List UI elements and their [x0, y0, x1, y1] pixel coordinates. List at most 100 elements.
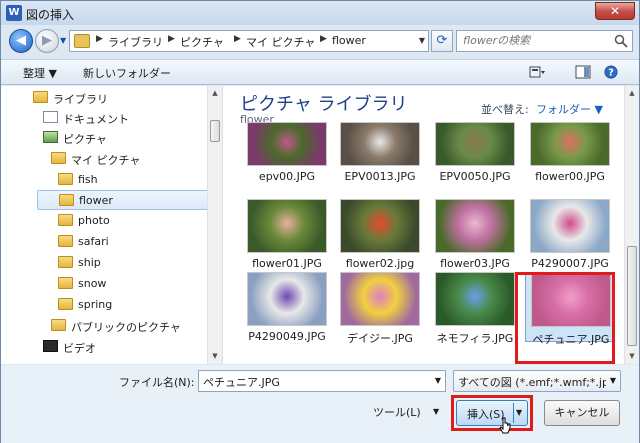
- nav-item-photo[interactable]: photo: [58, 211, 203, 231]
- nav-item-videos[interactable]: ビデオ: [43, 337, 203, 357]
- file-content-pane[interactable]: ピクチャ ライブラリ flower 並べ替え: フォルダー ▼ epv00.JP…: [224, 86, 639, 364]
- file-type-value: すべての図 (*.emf;*.wmf;*.jpg: [458, 376, 606, 389]
- toolbar: 整理 ▼ 新しいフォルダー ?: [1, 59, 639, 85]
- thumbnail-image: [435, 199, 515, 253]
- close-button[interactable]: ✕: [595, 2, 635, 20]
- title-bar: W 図の挿入 ✕: [1, 1, 639, 25]
- filename-value: ペチュニア.JPG: [203, 376, 280, 389]
- breadcrumb-flower[interactable]: flower: [332, 34, 366, 47]
- view-options-icon[interactable]: [529, 65, 545, 79]
- file-thumbnail[interactable]: flower00.JPG: [525, 122, 615, 202]
- file-thumbnail[interactable]: flower02.jpg: [335, 199, 425, 270]
- tools-button[interactable]: ツール(L): [373, 404, 421, 420]
- tools-dropdown-icon[interactable]: ▼: [433, 407, 439, 416]
- file-name-label: P4290049.JPG: [248, 330, 326, 343]
- breadcrumb-pictures[interactable]: ピクチャ: [180, 34, 224, 50]
- filename-input[interactable]: ペチュニア.JPG ▼: [198, 370, 446, 392]
- navigation-pane[interactable]: ライブラリ ドキュメント ピクチャ マイ ピクチャ fish flower ph…: [1, 86, 223, 364]
- nav-item-library[interactable]: ライブラリ: [33, 88, 203, 108]
- address-bar[interactable]: ▶ ライブラリ ▶ ピクチャ ▶ マイ ピクチャ ▶ flower ▼: [69, 30, 429, 52]
- chevron-down-icon[interactable]: ▼: [435, 376, 441, 385]
- folder-icon: [74, 34, 90, 48]
- svg-text:?: ?: [608, 68, 614, 79]
- sort-by-label: 並べ替え:: [481, 103, 529, 116]
- breadcrumb-separator[interactable]: ▶: [168, 34, 175, 44]
- nav-item-documents[interactable]: ドキュメント: [43, 108, 203, 128]
- file-thumbnail[interactable]: P4290007.JPG: [525, 199, 615, 270]
- recent-pages-dropdown[interactable]: ▼: [60, 36, 66, 45]
- file-thumbnail[interactable]: ネモフィラ.JPG: [430, 272, 520, 345]
- folder-icon: [51, 152, 66, 164]
- file-name-label: P4290007.JPG: [531, 257, 609, 270]
- thumbnail-image: [435, 122, 515, 166]
- file-name-label: EPV0013.JPG: [344, 170, 416, 183]
- content-scrollbar[interactable]: ▲ ▼: [624, 86, 639, 364]
- breadcrumb-separator[interactable]: ▶: [96, 34, 103, 44]
- file-thumbnail[interactable]: epv00.JPG: [242, 122, 332, 202]
- nav-item-flower[interactable]: flower: [37, 190, 209, 210]
- nav-scrollbar[interactable]: ▲ ▼: [207, 86, 222, 364]
- folder-icon: [58, 277, 73, 289]
- new-folder-button[interactable]: 新しいフォルダー: [83, 65, 171, 81]
- video-icon: [43, 340, 58, 352]
- file-type-filter[interactable]: すべての図 (*.emf;*.wmf;*.jpg ▼: [453, 370, 621, 392]
- thumbnail-image: [340, 272, 420, 326]
- nav-item-snow[interactable]: snow: [58, 274, 203, 294]
- scroll-up-arrow[interactable]: ▲: [208, 86, 222, 100]
- thumbnail-image: [435, 272, 515, 326]
- file-name-label: EPV0050.JPG: [439, 170, 511, 183]
- help-icon[interactable]: ?: [603, 65, 619, 79]
- folder-icon: [59, 194, 74, 206]
- chevron-down-icon[interactable]: ▼: [610, 376, 616, 385]
- organize-button[interactable]: 整理 ▼: [23, 65, 57, 81]
- scroll-down-arrow[interactable]: ▼: [208, 349, 222, 363]
- address-dropdown[interactable]: ▼: [419, 36, 425, 45]
- main-area: ライブラリ ドキュメント ピクチャ マイ ピクチャ fish flower ph…: [1, 86, 639, 364]
- breadcrumb-separator[interactable]: ▶: [234, 34, 241, 44]
- nav-item-my-pictures[interactable]: マイ ピクチャ: [51, 149, 203, 169]
- file-thumbnail[interactable]: EPV0050.JPG: [430, 122, 520, 202]
- scroll-down-arrow[interactable]: ▼: [625, 349, 639, 363]
- thumbnail-image: [247, 122, 327, 166]
- thumbnail-image: [247, 272, 327, 326]
- nav-item-safari[interactable]: safari: [58, 232, 203, 252]
- nav-item-pictures[interactable]: ピクチャ: [43, 128, 203, 148]
- search-input[interactable]: [463, 34, 613, 47]
- highlight-frame: [515, 272, 615, 364]
- scroll-up-arrow[interactable]: ▲: [625, 86, 639, 100]
- back-button[interactable]: ◀: [9, 29, 33, 53]
- cancel-button[interactable]: キャンセル: [544, 400, 620, 426]
- breadcrumb-my-pictures[interactable]: マイ ピクチャ: [246, 34, 315, 50]
- file-thumbnail[interactable]: P4290049.JPG: [242, 272, 332, 343]
- breadcrumb-separator[interactable]: ▶: [320, 34, 327, 44]
- file-thumbnail[interactable]: flower03.JPG: [430, 199, 520, 270]
- insert-button[interactable]: 挿入(S) ▼: [456, 400, 528, 426]
- file-name-label: flower01.JPG: [252, 257, 322, 270]
- insert-picture-dialog: W 図の挿入 ✕ ◀ ▶ ▼ ▶ ライブラリ ▶ ピクチャ ▶ マイ ピクチャ …: [0, 0, 640, 443]
- file-thumbnail[interactable]: flower01.JPG: [242, 199, 332, 270]
- address-row: ◀ ▶ ▼ ▶ ライブラリ ▶ ピクチャ ▶ マイ ピクチャ ▶ flower …: [1, 27, 639, 57]
- refresh-button[interactable]: ⟳: [431, 30, 453, 52]
- nav-item-spring[interactable]: spring: [58, 295, 203, 315]
- file-name-label: epv00.JPG: [258, 170, 316, 183]
- forward-button[interactable]: ▶: [35, 29, 59, 53]
- search-icon[interactable]: [614, 34, 628, 48]
- window-title: 図の挿入: [26, 8, 75, 22]
- sort-by-dropdown[interactable]: フォルダー ▼: [536, 101, 603, 117]
- preview-pane-icon[interactable]: [575, 65, 591, 79]
- mouse-cursor-icon: [499, 417, 511, 434]
- scrollbar-thumb[interactable]: [210, 120, 220, 142]
- folder-icon: [58, 298, 73, 310]
- folder-icon: [58, 214, 73, 226]
- nav-item-public-pictures[interactable]: パブリックのピクチャ: [51, 316, 203, 336]
- thumbnail-image: [340, 199, 420, 253]
- breadcrumb-library[interactable]: ライブラリ: [108, 34, 163, 50]
- thumbnail-image: [340, 122, 420, 166]
- nav-item-fish[interactable]: fish: [58, 170, 203, 190]
- insert-options-dropdown[interactable]: ▼: [516, 408, 522, 417]
- file-thumbnail[interactable]: EPV0013.JPG: [335, 122, 425, 202]
- nav-item-ship[interactable]: ship: [58, 253, 203, 273]
- file-thumbnail[interactable]: デイジー.JPG: [335, 272, 425, 345]
- search-box[interactable]: [456, 30, 633, 52]
- scrollbar-thumb[interactable]: [627, 246, 637, 346]
